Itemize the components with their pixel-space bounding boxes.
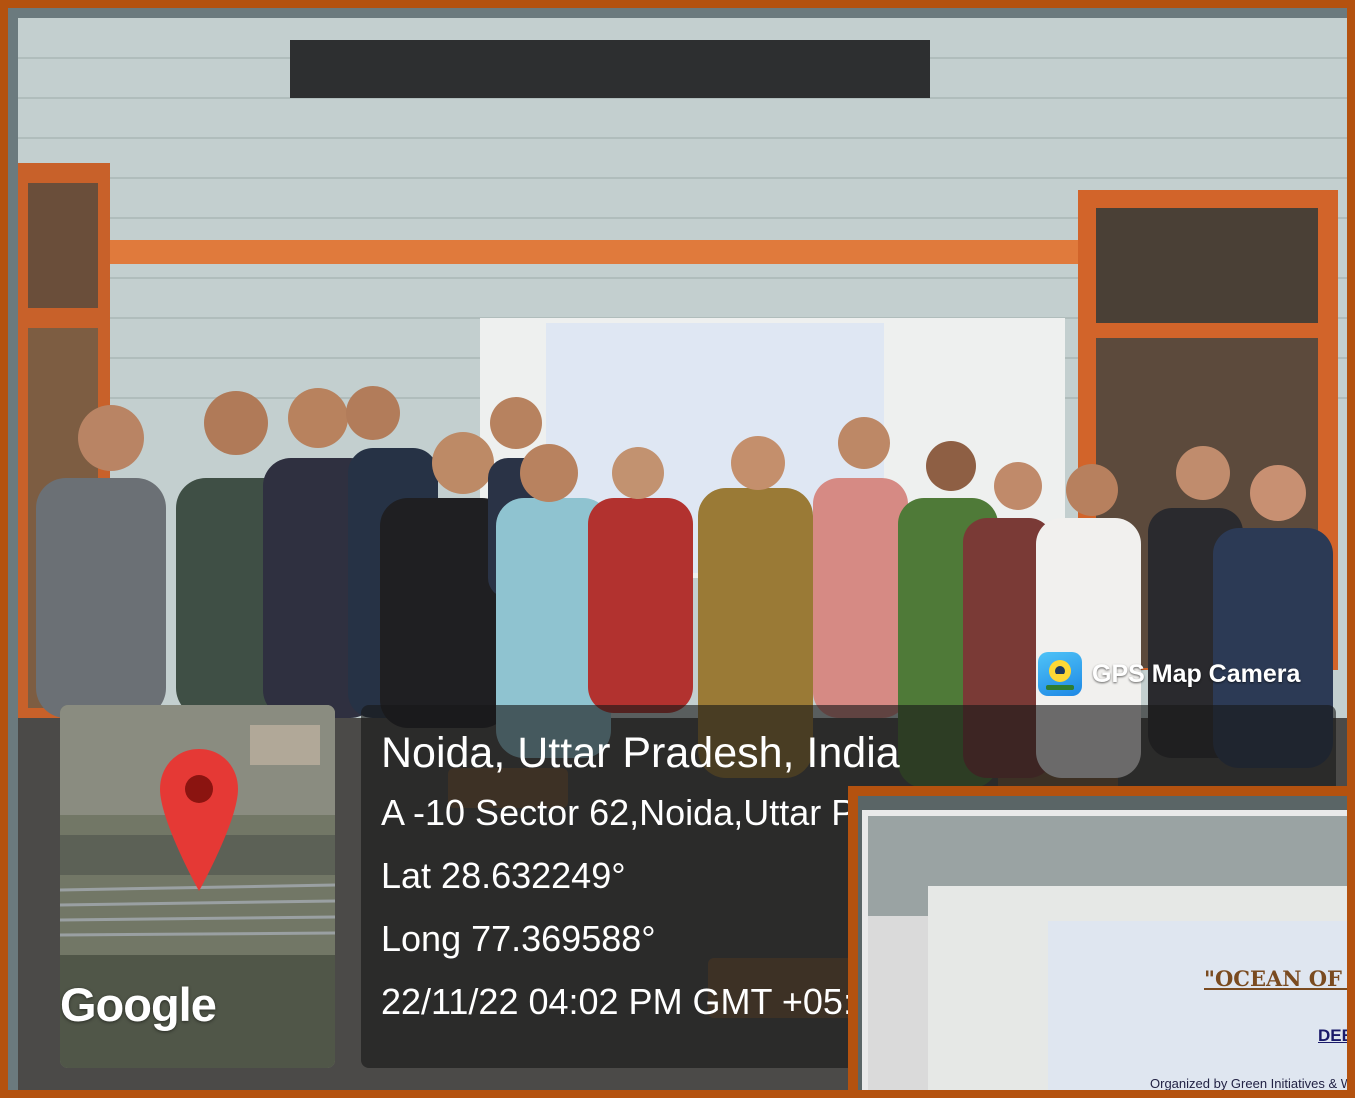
inset-photo: "OCEAN OF PLAS DEBATE Organized by Green… <box>848 786 1355 1091</box>
gps-map-camera-icon <box>1038 652 1082 696</box>
location-pin-icon <box>160 749 238 891</box>
location-title: Noida, Uttar Pradesh, India <box>381 729 900 777</box>
inset-slide-title: "OCEAN OF PLAS <box>1204 966 1347 991</box>
map-thumbnail: Google <box>60 705 335 1068</box>
photo-frame: GPS Map Camera Google Noida, Uttar Prade… <box>0 0 1355 1098</box>
app-name: GPS Map Camera <box>1092 659 1301 688</box>
google-logo: Google <box>60 978 217 1031</box>
inset-slide-subtitle: DEBATE <box>1318 1026 1354 1045</box>
inset-whiteboard: "OCEAN OF PLAS DEBATE Organized by Green… <box>862 810 1355 1091</box>
inset-slide-org: Organized by Green Initiatives & Wa <box>1150 1076 1355 1091</box>
gps-map-camera-badge: GPS Map Camera <box>1038 651 1300 697</box>
